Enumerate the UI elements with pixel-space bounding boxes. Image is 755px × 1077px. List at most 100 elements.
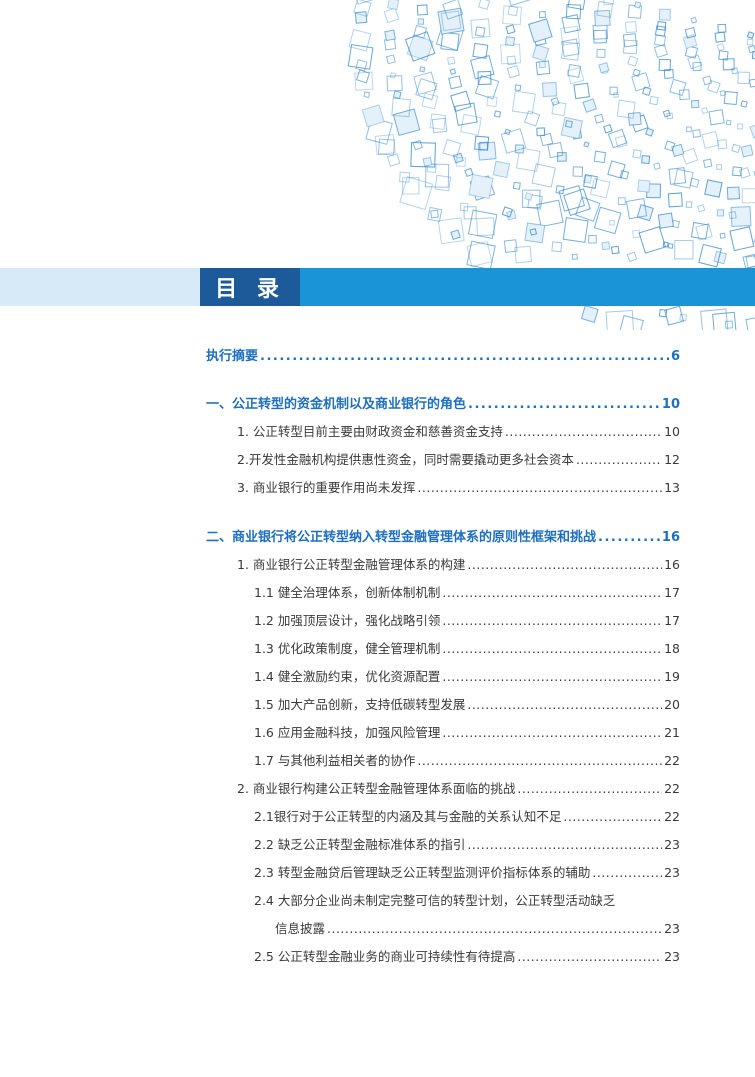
pattern-square — [551, 241, 563, 253]
pattern-square — [531, 163, 556, 188]
toc-entry-executive-summary[interactable]: 执行摘要 ...................................… — [206, 345, 680, 367]
pattern-square — [506, 65, 521, 79]
toc-entry-2-1-2[interactable]: 1.2 加强顶层设计，强化战略引领 ......................… — [254, 610, 680, 632]
pattern-square — [724, 320, 734, 329]
leader-dots: ........................................… — [575, 452, 662, 467]
pattern-square — [416, 4, 428, 16]
pattern-square — [583, 141, 590, 148]
pattern-square — [737, 123, 744, 130]
toc-entry-2-2[interactable]: 2. 商业银行构建公正转型金融管理体系面临的挑战 ...............… — [237, 778, 680, 800]
toc-entry-2-2-1[interactable]: 2.1银行对于公正转型的内涵及其与金融的关系认知不足 .............… — [254, 806, 680, 828]
pattern-square — [700, 308, 729, 330]
pattern-square — [723, 90, 738, 106]
toc-entry-2-2-3[interactable]: 2.3 转型金融贷后管理缺乏公正转型监测评价指标体系的辅助 ..........… — [254, 862, 680, 884]
page-number: 22 — [664, 809, 680, 824]
toc-entry-2-1[interactable]: 1. 商业银行公正转型金融管理体系的构建 ...................… — [237, 554, 680, 576]
toc-entry-2-1-1[interactable]: 1.1 健全治理体系，创新体制机制 ......................… — [254, 582, 680, 604]
leader-dots: ........................................… — [468, 397, 660, 412]
pattern-square — [702, 158, 713, 169]
pattern-square — [348, 28, 372, 52]
pattern-square — [580, 305, 599, 323]
pattern-square — [717, 23, 727, 33]
pattern-square — [474, 75, 500, 100]
pattern-square — [512, 181, 521, 190]
pattern-square — [470, 18, 491, 39]
pattern-square — [701, 106, 709, 115]
pattern-square — [561, 14, 581, 34]
toc-entry-2-2-5[interactable]: 2.5 公正转型金融业务的商业可持续性有待提高 ................… — [254, 946, 680, 968]
pattern-square — [531, 44, 550, 62]
pattern-square — [730, 206, 752, 227]
pattern-square — [607, 128, 628, 149]
pattern-square — [413, 24, 428, 39]
pattern-square — [603, 124, 613, 134]
pattern-square — [355, 59, 368, 72]
page-number: 23 — [664, 865, 680, 880]
pattern-square — [538, 11, 546, 19]
toc-entry-2-2-2[interactable]: 2.2 缺乏公正转型金融标准体系的指引 ....................… — [254, 834, 680, 856]
pattern-square — [448, 75, 463, 90]
pattern-square — [419, 66, 426, 73]
pattern-square — [708, 109, 725, 126]
leader-dots: ........................................… — [504, 424, 662, 439]
toc-entry-2-1-5[interactable]: 1.5 加大产品创新，支持低碳转型发展 ....................… — [254, 694, 680, 716]
toc-entry-2-1-4[interactable]: 1.4 健全激励约束，优化资源配置 ......................… — [254, 666, 680, 688]
page-number: 10 — [661, 397, 680, 412]
toc-entry-2-2-4-continued[interactable]: 信息披露 ...................................… — [275, 918, 680, 940]
pattern-square — [601, 241, 611, 251]
pattern-square — [572, 166, 584, 177]
leader-dots: ........................................… — [467, 697, 663, 712]
pattern-square — [638, 226, 667, 254]
pattern-square — [470, 55, 495, 80]
toc-entry-chapter-1[interactable]: 一、公正转型的资金机制以及商业银行的角色 ...................… — [206, 393, 680, 415]
pattern-square — [653, 43, 668, 59]
pattern-square — [361, 104, 385, 128]
pattern-square — [607, 160, 626, 179]
toc-entry-2-1-3[interactable]: 1.3 优化政策制度，健全管理机制 ......................… — [254, 638, 680, 660]
pattern-square — [667, 192, 683, 208]
pattern-square — [658, 8, 671, 21]
pattern-square — [450, 229, 461, 240]
pattern-square — [596, 48, 606, 58]
pattern-square — [588, 234, 597, 244]
pattern-square — [528, 18, 553, 43]
pattern-square — [505, 24, 516, 35]
pattern-square — [363, 91, 371, 98]
pattern-square — [749, 78, 755, 88]
pattern-square — [637, 179, 651, 193]
header-band-left — [0, 268, 200, 306]
toc-entry-1-1[interactable]: 1. 公正转型目前主要由财政资金和慈善资金支持 ................… — [237, 421, 680, 443]
toc-entry-1-2[interactable]: 2.开发性金融机构提供惠性资金，同时需要撬动更多社会资本 ...........… — [237, 449, 680, 471]
toc-entry-2-1-6[interactable]: 1.6 应用金融科技，加强风险管理 ......................… — [254, 722, 680, 744]
pattern-square — [571, 253, 578, 260]
pattern-square — [726, 186, 741, 200]
pattern-square — [449, 68, 457, 76]
pattern-square — [669, 78, 687, 96]
leader-dots: ........................................… — [327, 921, 663, 936]
toc-entry-2-2-4[interactable]: 2.4 大部分企业尚未制定完整可信的转型计划，公正转型活动缺乏 — [254, 890, 680, 912]
pattern-square — [474, 26, 486, 37]
pattern-square — [507, 5, 519, 17]
pattern-square — [476, 217, 495, 237]
page-number: 23 — [664, 949, 680, 964]
pattern-square — [649, 95, 659, 106]
pattern-square — [627, 111, 642, 126]
pattern-square — [593, 206, 622, 235]
pattern-square — [505, 36, 516, 47]
pattern-square — [354, 71, 374, 91]
pattern-square — [682, 34, 698, 50]
toc-entry-chapter-2[interactable]: 二、商业银行将公正转型纳入转型金融管理体系的原则性框架和挑战 .........… — [206, 526, 680, 548]
pattern-square — [746, 38, 754, 46]
pattern-square — [681, 147, 699, 165]
pattern-square — [626, 251, 638, 263]
pattern-square — [412, 139, 423, 151]
toc-entry-2-1-7[interactable]: 1.7 与其他利益相关者的协作 ........................… — [254, 750, 680, 772]
page-number: 17 — [664, 613, 680, 628]
pattern-square — [538, 60, 547, 69]
pattern-square — [719, 232, 726, 239]
pattern-square — [664, 140, 676, 152]
pattern-square — [685, 201, 693, 208]
pattern-square — [653, 162, 661, 171]
pattern-square — [593, 29, 607, 44]
toc-entry-1-3[interactable]: 3. 商业银行的重要作用尚未发挥 .......................… — [237, 477, 680, 499]
